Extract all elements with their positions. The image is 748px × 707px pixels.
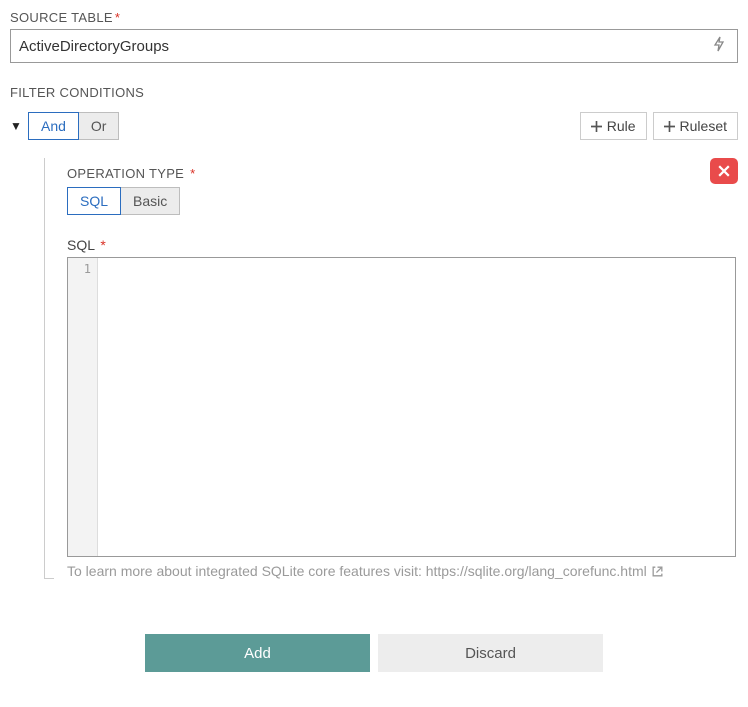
plus-icon	[591, 121, 602, 132]
required-asterisk: *	[100, 237, 105, 253]
add-ruleset-label: Ruleset	[680, 118, 727, 134]
line-gutter: 1	[68, 258, 98, 556]
required-asterisk: *	[190, 166, 195, 181]
source-table-value: ActiveDirectoryGroups	[19, 38, 709, 55]
logic-toggle: And Or	[28, 112, 119, 140]
operation-basic-button[interactable]: Basic	[120, 188, 179, 214]
add-rule-label: Rule	[607, 118, 636, 134]
logic-and-button[interactable]: And	[28, 112, 79, 140]
operation-type-toggle: SQL Basic	[67, 187, 180, 215]
sql-label: SQL *	[67, 237, 736, 253]
sql-editor[interactable]: 1	[67, 257, 736, 557]
logic-or-button[interactable]: Or	[78, 113, 119, 139]
bolt-icon[interactable]	[709, 36, 729, 56]
add-rule-button[interactable]: Rule	[580, 112, 647, 140]
sql-help-text[interactable]: To learn more about integrated SQLite co…	[67, 563, 736, 579]
delete-rule-button[interactable]	[710, 158, 738, 184]
sql-help-label: To learn more about integrated SQLite co…	[67, 563, 647, 579]
collapse-caret-icon[interactable]: ▼	[10, 119, 22, 133]
sql-code-area[interactable]	[98, 258, 735, 556]
plus-icon	[664, 121, 675, 132]
close-icon	[718, 165, 730, 177]
operation-sql-button[interactable]: SQL	[67, 187, 121, 215]
source-table-input[interactable]: ActiveDirectoryGroups	[10, 29, 738, 63]
filter-conditions-title: FILTER CONDITIONS	[10, 85, 738, 100]
operation-type-label: OPERATION TYPE *	[67, 166, 736, 181]
add-button[interactable]: Add	[145, 634, 370, 672]
required-asterisk: *	[115, 10, 120, 25]
add-ruleset-button[interactable]: Ruleset	[653, 112, 738, 140]
discard-button[interactable]: Discard	[378, 634, 603, 672]
rule-card: OPERATION TYPE * SQL Basic SQL * 1 To le…	[65, 158, 738, 579]
source-table-label: SOURCE TABLE*	[10, 10, 738, 25]
external-link-icon	[651, 565, 664, 578]
